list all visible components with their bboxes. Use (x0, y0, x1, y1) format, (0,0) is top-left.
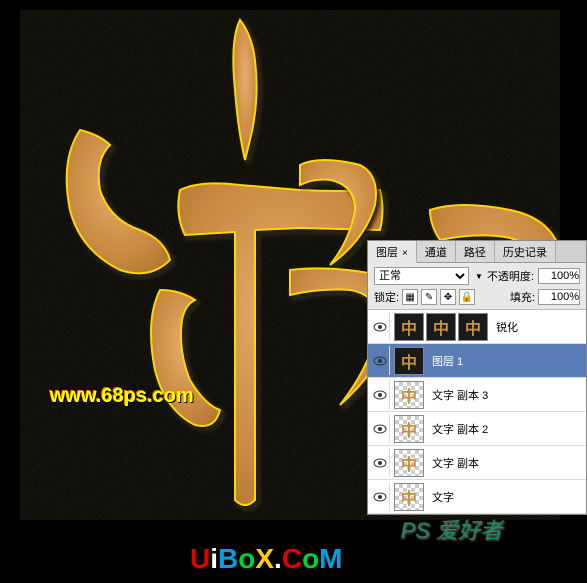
lock-label: 锁定: (374, 289, 399, 305)
eye-icon (373, 424, 387, 434)
panel-tabs: 图层× 通道 路径 历史记录 (368, 241, 586, 263)
fill-label: 填充: (510, 289, 535, 305)
layer-row[interactable]: 中 文字 副本 3 (368, 378, 586, 412)
visibility-toggle[interactable] (370, 482, 390, 511)
layer-name[interactable]: 文字 副本 3 (428, 387, 584, 403)
watermark-uibox: UiBoX.CoM (190, 543, 343, 575)
layer-thumbnail[interactable]: 中 (394, 347, 424, 375)
tab-history[interactable]: 历史记录 (495, 241, 556, 262)
fill-input[interactable] (538, 289, 580, 305)
layer-thumbnail[interactable]: 中 (394, 313, 424, 341)
layer-row[interactable]: 中 文字 副本 (368, 446, 586, 480)
eye-icon (373, 458, 387, 468)
visibility-toggle[interactable] (370, 346, 390, 375)
layer-thumbnail[interactable]: 中 (394, 415, 424, 443)
layer-thumbnail[interactable]: 中 (426, 313, 456, 341)
layer-thumbnail[interactable]: 中 (458, 313, 488, 341)
layers-list: 中 中 中 锐化 中 图层 1 中 文字 副本 3 中 (368, 310, 586, 514)
visibility-toggle[interactable] (370, 380, 390, 409)
visibility-toggle[interactable] (370, 448, 390, 477)
layer-row[interactable]: 中 文字 副本 2 (368, 412, 586, 446)
lock-transparency-icon[interactable]: ▦ (402, 289, 418, 305)
layer-name[interactable]: 文字 副本 2 (428, 421, 584, 437)
layer-name[interactable]: 锐化 (492, 319, 584, 335)
eye-icon (373, 492, 387, 502)
layer-row[interactable]: 中 文字 (368, 480, 586, 514)
opacity-label: 不透明度: (487, 268, 534, 284)
blend-mode-select[interactable]: 正常 (374, 267, 469, 285)
eye-icon (373, 356, 387, 366)
visibility-toggle[interactable] (370, 414, 390, 443)
watermark-68ps: www.68ps.com (50, 385, 194, 408)
layer-row[interactable]: 中 中 中 锐化 (368, 310, 586, 344)
eye-icon (373, 390, 387, 400)
eye-icon (373, 322, 387, 332)
layer-thumbnail[interactable]: 中 (394, 483, 424, 511)
panel-controls: 正常 ▼ 不透明度: 锁定: ▦ ✎ ✥ 🔒 填充: (368, 263, 586, 310)
lock-position-icon[interactable]: ✥ (440, 289, 456, 305)
layer-name[interactable]: 文字 (428, 489, 584, 505)
lock-all-icon[interactable]: 🔒 (459, 289, 475, 305)
layer-row[interactable]: 中 图层 1 (368, 344, 586, 378)
opacity-input[interactable] (538, 268, 580, 284)
watermark-ps-text: PS 爱好者 (401, 513, 502, 545)
layer-name[interactable]: 文字 副本 (428, 455, 584, 471)
visibility-toggle[interactable] (370, 312, 390, 341)
tab-paths[interactable]: 路径 (456, 241, 495, 262)
lock-pixels-icon[interactable]: ✎ (421, 289, 437, 305)
tab-channels[interactable]: 通道 (417, 241, 456, 262)
chevron-down-icon: ▼ (475, 272, 483, 281)
tab-layers[interactable]: 图层× (368, 241, 417, 263)
layer-thumbnail[interactable]: 中 (394, 449, 424, 477)
layer-name[interactable]: 图层 1 (428, 353, 584, 369)
layers-panel: 图层× 通道 路径 历史记录 正常 ▼ 不透明度: 锁定: ▦ ✎ ✥ 🔒 填充… (367, 240, 587, 515)
close-icon[interactable]: × (402, 248, 408, 259)
layer-thumbnail[interactable]: 中 (394, 381, 424, 409)
